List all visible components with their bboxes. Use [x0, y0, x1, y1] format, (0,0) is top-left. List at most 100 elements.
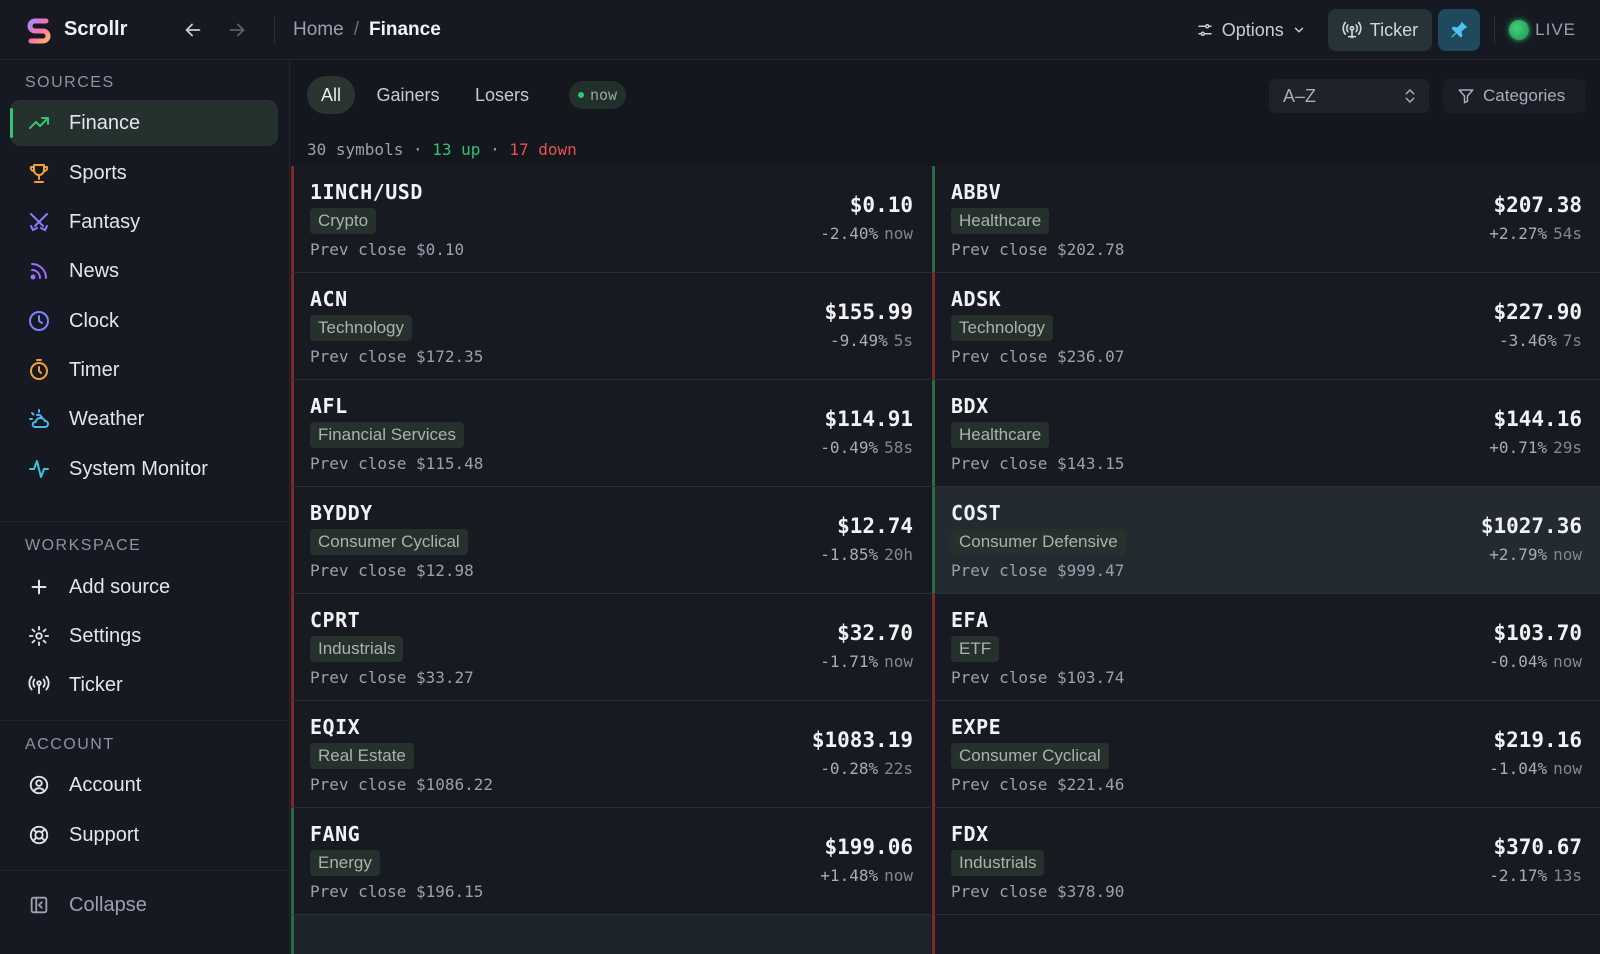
change: +0.71% 29s: [1489, 438, 1582, 457]
symbol-card[interactable]: EQIX Real Estate Prev close $1086.22 $10…: [291, 701, 931, 808]
update-age: now: [1553, 652, 1582, 671]
symbol-ticker: AFL: [310, 394, 348, 418]
sidebar-item-label: News: [69, 259, 120, 282]
categories-button[interactable]: Categories: [1443, 79, 1585, 113]
sidebar-item-add-source[interactable]: Add source: [10, 564, 278, 610]
update-age: now: [884, 652, 913, 671]
sidebar-item-account[interactable]: Account: [10, 762, 278, 808]
category-badge: Consumer Defensive: [951, 529, 1126, 555]
user-circle-icon: [27, 773, 51, 797]
options-button[interactable]: Options: [1196, 20, 1306, 41]
price: $1027.36: [1480, 514, 1582, 538]
tab-all[interactable]: All: [307, 76, 355, 114]
back-arrow-icon[interactable]: [182, 19, 204, 41]
sidebar-item-finance[interactable]: Finance: [10, 100, 278, 146]
symbol-card[interactable]: EFA ETF Prev close $103.74 $103.70 -0.04…: [932, 594, 1600, 701]
price: $227.90: [1493, 300, 1582, 324]
pin-icon: [1451, 21, 1468, 38]
pin-button[interactable]: [1438, 9, 1481, 51]
cloud-sun-icon: [27, 407, 51, 431]
prev-close: Prev close $143.15: [951, 454, 1125, 473]
sidebar-item-sports[interactable]: Sports: [10, 150, 278, 196]
sidebar-item-label: System Monitor: [69, 457, 208, 480]
lifebuoy-icon: [27, 823, 51, 847]
update-age: 7s: [1562, 331, 1582, 350]
brand[interactable]: Scrollr: [0, 15, 140, 45]
status-dot-icon: [578, 92, 584, 98]
sidebar-item-timer[interactable]: Timer: [10, 347, 278, 393]
change: -2.40% now: [820, 224, 913, 243]
update-age: now: [1553, 545, 1582, 564]
symbol-card-partial[interactable]: [932, 915, 1600, 954]
prev-close: Prev close $1086.22: [310, 775, 494, 794]
forward-arrow-icon[interactable]: [226, 19, 248, 41]
prev-close: Prev close $378.90: [951, 882, 1125, 901]
breadcrumb-separator: /: [353, 18, 359, 40]
price: $219.16: [1493, 728, 1582, 752]
tab-losers[interactable]: Losers: [463, 76, 541, 114]
category-badge: Technology: [951, 315, 1054, 341]
sidebar-item-weather[interactable]: Weather: [10, 396, 278, 442]
breadcrumb-home[interactable]: Home: [293, 19, 344, 41]
symbol-card[interactable]: FANG Energy Prev close $196.15 $199.06 +…: [291, 808, 931, 915]
symbol-card[interactable]: FDX Industrials Prev close $378.90 $370.…: [932, 808, 1600, 915]
symbol-card-highlighted[interactable]: COST Consumer Defensive Prev close $999.…: [932, 487, 1600, 594]
symbol-ticker: EXPE: [951, 715, 1002, 739]
symbol-ticker: ACN: [310, 287, 348, 311]
chevron-down-icon: [1294, 27, 1304, 33]
trophy-icon: [27, 161, 51, 185]
prev-close: Prev close $172.35: [310, 347, 484, 366]
update-age: 5s: [893, 331, 913, 350]
change-percent: -0.49%: [820, 438, 879, 457]
sidebar-item-news[interactable]: News: [10, 248, 278, 294]
change-percent: -1.71%: [820, 652, 879, 671]
sidebar-item-support[interactable]: Support: [10, 812, 278, 858]
collapse-button[interactable]: Collapse: [10, 882, 278, 928]
symbol-card[interactable]: CPRT Industrials Prev close $33.27 $32.7…: [291, 594, 931, 701]
symbol-card[interactable]: EXPE Consumer Cyclical Prev close $221.4…: [932, 701, 1600, 808]
trending-up-icon: [27, 111, 51, 135]
symbol-ticker: CPRT: [310, 608, 361, 632]
symbol-card[interactable]: AFL Financial Services Prev close $115.4…: [291, 380, 931, 487]
plus-icon: [27, 575, 51, 599]
symbol-card[interactable]: ABBV Healthcare Prev close $202.78 $207.…: [932, 166, 1600, 273]
prev-close: Prev close $0.10: [310, 240, 465, 259]
sidebar-item-fantasy[interactable]: Fantasy: [10, 199, 278, 245]
main-content: All Gainers Losers now A–Z Categories 30…: [291, 60, 1600, 954]
sidebar-item-system-monitor[interactable]: System Monitor: [10, 446, 278, 492]
category-badge: Healthcare: [951, 208, 1050, 234]
sidebar-item-settings[interactable]: Settings: [10, 613, 278, 659]
divider: [0, 521, 290, 522]
symbol-card[interactable]: 1INCH/USD Crypto Prev close $0.10 $0.10 …: [291, 166, 931, 273]
symbol-ticker: EFA: [951, 608, 989, 632]
symbol-card-partial[interactable]: [291, 915, 931, 954]
symbol-ticker: FDX: [951, 822, 989, 846]
change-percent: -1.04%: [1489, 759, 1548, 778]
ticker-button[interactable]: Ticker: [1327, 9, 1433, 51]
sidebar-item-label: Add source: [69, 575, 171, 598]
sort-value: A–Z: [1283, 85, 1317, 106]
update-age: 58s: [884, 438, 913, 457]
change-percent: -2.17%: [1489, 866, 1548, 885]
sidebar-item-clock[interactable]: Clock: [10, 298, 278, 344]
prev-close: Prev close $236.07: [951, 347, 1125, 366]
change-percent: -3.46%: [1498, 331, 1557, 350]
breadcrumb: Home / Finance: [293, 19, 441, 41]
symbol-ticker: EQIX: [310, 715, 361, 739]
symbol-ticker: ABBV: [951, 180, 1002, 204]
symbol-card[interactable]: BYDDY Consumer Cyclical Prev close $12.9…: [291, 487, 931, 594]
category-badge: Energy: [310, 850, 380, 876]
sidebar-item-label: Account: [69, 773, 142, 796]
scrollr-logo-icon: [27, 18, 51, 43]
symbol-card[interactable]: ADSK Technology Prev close $236.07 $227.…: [932, 273, 1600, 380]
tab-gainers[interactable]: Gainers: [367, 76, 449, 114]
change: -0.49% 58s: [820, 438, 913, 457]
category-badge: ETF: [951, 636, 1000, 662]
sidebar-item-ticker[interactable]: Ticker: [10, 662, 278, 708]
symbol-card[interactable]: BDX Healthcare Prev close $143.15 $144.1…: [932, 380, 1600, 487]
clock-icon: [27, 309, 51, 333]
change-percent: -1.85%: [820, 545, 879, 564]
symbol-card[interactable]: ACN Technology Prev close $172.35 $155.9…: [291, 273, 931, 380]
chevron-up-down-icon: [1405, 88, 1415, 104]
sort-select[interactable]: A–Z: [1269, 79, 1429, 113]
